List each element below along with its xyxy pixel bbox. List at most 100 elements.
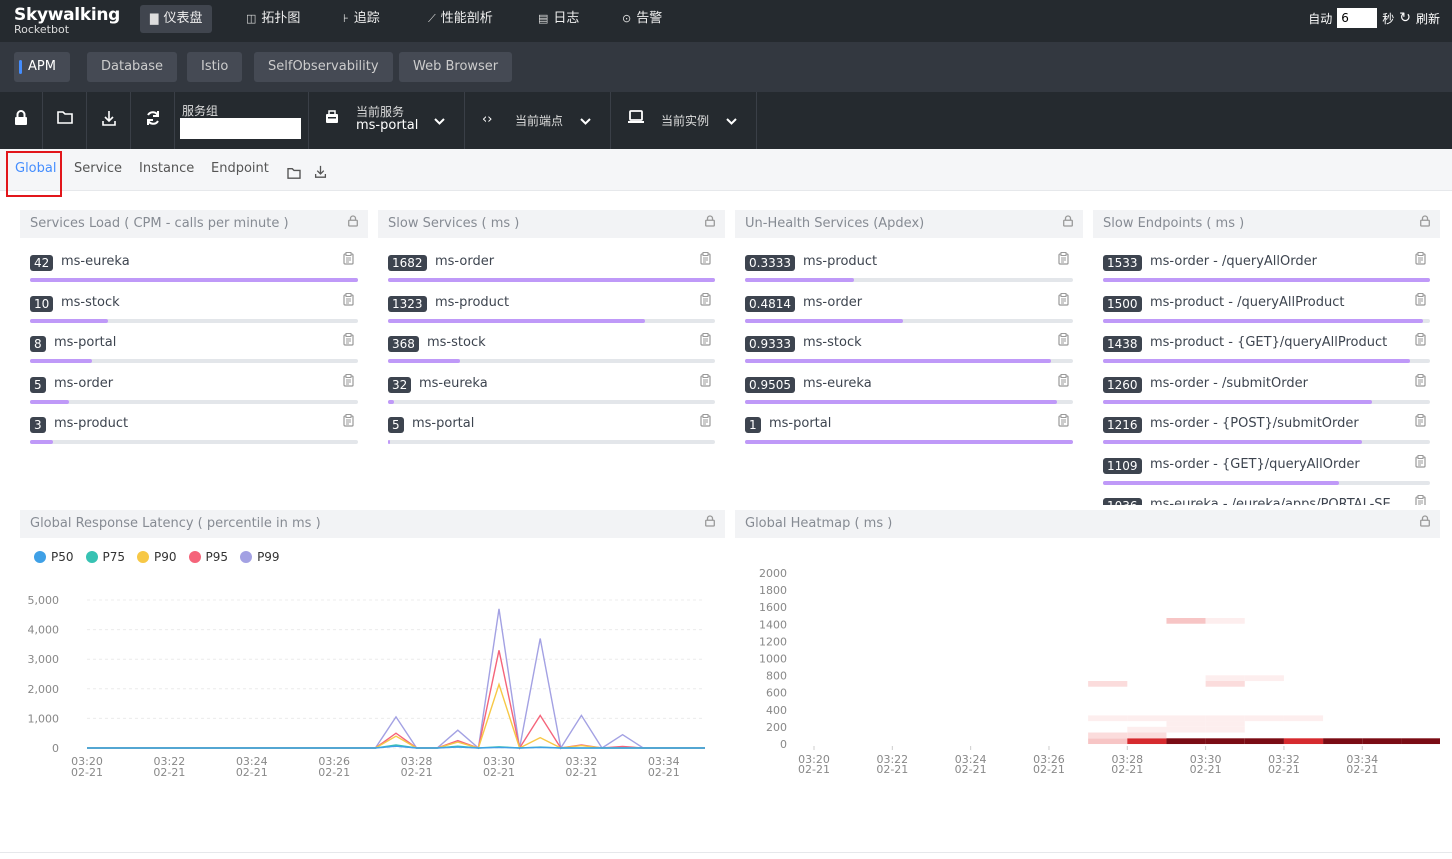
clipboard-icon[interactable] (343, 373, 354, 390)
list-item[interactable]: 1500 ms-product - /queryAllProduct (1103, 291, 1430, 331)
list-item[interactable]: 1260 ms-order - /submitOrder (1103, 372, 1430, 412)
clipboard-icon[interactable] (1415, 252, 1426, 268)
value-badge: 5 (388, 417, 404, 433)
legend-item-p95[interactable]: P95 (188, 550, 228, 564)
legend-item-p50[interactable]: P50 (34, 550, 74, 564)
list-item[interactable]: 1438 ms-product - {GET}/queryAllProduct (1103, 331, 1430, 371)
legend-item-p99[interactable]: P99 (240, 550, 280, 564)
layer-database[interactable]: Database (87, 52, 178, 82)
list-item[interactable]: 1216 ms-order - {POST}/submitOrder (1103, 412, 1430, 452)
clipboard-icon[interactable] (1415, 414, 1426, 430)
list-item[interactable]: 32 ms-eureka (388, 372, 715, 412)
clipboard-icon[interactable] (1415, 373, 1426, 390)
tab-service[interactable]: Service (74, 161, 122, 176)
lock-icon[interactable] (705, 510, 715, 538)
lock-icon[interactable] (1063, 210, 1073, 238)
clipboard-icon[interactable] (700, 373, 711, 390)
nav-log[interactable]: ▤ 日志 (528, 5, 589, 33)
panel-title: Slow Services ( ms ) (388, 216, 520, 231)
clipboard-icon[interactable] (343, 333, 354, 349)
unhealth-panel-header: Un-Health Services (Apdex) (735, 210, 1083, 238)
refresh-icon[interactable]: ↻ (1399, 10, 1411, 26)
list-item[interactable]: 1 ms-portal (745, 412, 1073, 452)
tab-endpoint[interactable]: Endpoint (211, 161, 269, 176)
instance-icon (628, 110, 644, 128)
list-item[interactable]: 10 ms-stock (30, 291, 358, 331)
y-tick-label: 1600 (759, 601, 787, 614)
clipboard-icon[interactable] (1415, 454, 1426, 471)
clipboard-icon[interactable] (343, 292, 354, 309)
lock-icon[interactable] (14, 110, 28, 130)
auto-label[interactable]: 自动 (1308, 10, 1332, 27)
nav-topology[interactable]: ◫ 拓扑图 (236, 5, 310, 33)
x-tick-sublabel: 02-21 (1268, 763, 1300, 776)
item-name: ms-stock (803, 335, 862, 350)
list-item[interactable]: 1323 ms-product (388, 291, 715, 331)
clipboard-icon[interactable] (1058, 252, 1069, 268)
bar-track (30, 440, 358, 444)
list-item[interactable]: 1036 ms-eureka - /eureka/apps/PORTAL-SE (1103, 493, 1430, 505)
download-icon[interactable] (314, 163, 327, 182)
list-item[interactable]: 0.3333 ms-product (745, 250, 1073, 290)
list-item[interactable]: 5 ms-order (30, 372, 358, 412)
lock-icon[interactable] (348, 210, 358, 238)
clipboard-icon[interactable] (1058, 414, 1069, 430)
sync-icon[interactable] (145, 110, 161, 130)
layer-apm[interactable]: APM (14, 52, 70, 82)
nav-profile[interactable]: ⟋ 性能剖析 (418, 5, 503, 33)
layer-selfobservability[interactable]: SelfObservability (254, 52, 393, 82)
clipboard-icon[interactable] (1415, 292, 1426, 309)
lock-icon[interactable] (1420, 210, 1430, 238)
clipboard-icon[interactable] (700, 333, 711, 349)
nav-alarm[interactable]: ⊙ 告警 (612, 5, 672, 33)
nav-trace[interactable]: ⊦ 追踪 (333, 5, 390, 33)
chevron-down-icon[interactable] (580, 116, 591, 129)
clipboard-icon[interactable] (343, 252, 354, 268)
y-tick-label: 600 (766, 687, 787, 700)
list-item[interactable]: 42 ms-eureka (30, 250, 358, 290)
clipboard-icon[interactable] (343, 414, 354, 430)
tab-instance[interactable]: Instance (139, 161, 194, 176)
lock-icon[interactable] (705, 210, 715, 238)
clipboard-icon[interactable] (1415, 495, 1426, 505)
clipboard-icon[interactable] (1058, 292, 1069, 309)
list-item[interactable]: 1533 ms-order - /queryAllOrder (1103, 250, 1430, 290)
bar-fill (388, 399, 395, 404)
item-name: ms-eureka (61, 254, 130, 269)
x-tick-sublabel: 02-21 (318, 766, 350, 779)
list-item[interactable]: 1109 ms-order - {GET}/queryAllOrder (1103, 453, 1430, 493)
list-item[interactable]: 1682 ms-order (388, 250, 715, 290)
list-item[interactable]: 0.9505 ms-eureka (745, 372, 1073, 412)
clipboard-icon[interactable] (1058, 373, 1069, 390)
clipboard-icon[interactable] (700, 414, 711, 430)
clipboard-icon[interactable] (1058, 333, 1069, 349)
refresh-button[interactable]: 刷新 (1416, 10, 1440, 27)
list-item[interactable]: 0.4814 ms-order (745, 291, 1073, 331)
list-item[interactable]: 8 ms-portal (30, 331, 358, 371)
chevron-down-icon[interactable] (726, 116, 737, 129)
current-service-value[interactable]: ms-portal (356, 118, 418, 133)
clipboard-icon[interactable] (700, 292, 711, 309)
current-endpoint-label[interactable]: 当前端点 (515, 112, 563, 129)
list-item[interactable]: 368 ms-stock (388, 331, 715, 371)
layer-istio[interactable]: Istio (187, 52, 243, 82)
chevron-down-icon[interactable] (434, 116, 445, 129)
list-item[interactable]: 3 ms-product (30, 412, 358, 452)
layer-web-browser[interactable]: Web Browser (399, 52, 513, 82)
service-group-input[interactable] (180, 118, 301, 139)
folder-icon[interactable] (57, 110, 73, 128)
skywalking-logo[interactable]: Skywalking Rocketbot (14, 5, 120, 36)
clipboard-icon[interactable] (1415, 333, 1426, 349)
folder-icon[interactable] (287, 164, 301, 183)
nav-dashboard[interactable]: ▇ 仪表盘 (140, 5, 213, 33)
legend-item-p90[interactable]: P90 (137, 550, 177, 564)
list-item[interactable]: 5 ms-portal (388, 412, 715, 452)
heatmap-cell (1127, 738, 1167, 745)
legend-item-p75[interactable]: P75 (85, 550, 125, 564)
lock-icon[interactable] (1420, 510, 1430, 538)
download-icon[interactable] (101, 110, 117, 130)
clipboard-icon[interactable] (700, 252, 711, 268)
refresh-interval-input[interactable] (1337, 8, 1378, 28)
list-item[interactable]: 0.9333 ms-stock (745, 331, 1073, 371)
current-instance-label[interactable]: 当前实例 (661, 112, 709, 129)
